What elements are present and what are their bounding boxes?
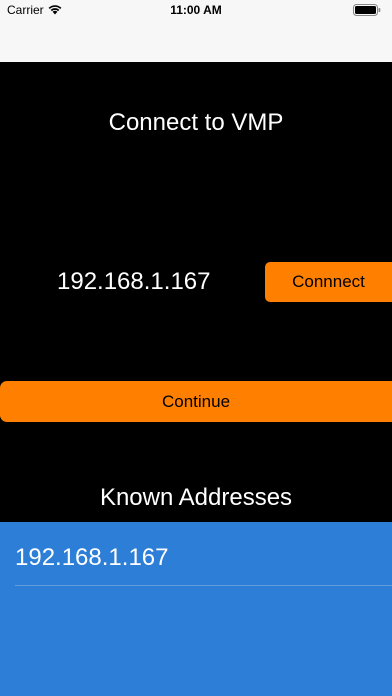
list-item-address: 192.168.1.167 (15, 544, 169, 571)
continue-button[interactable]: Continue (0, 381, 392, 422)
ip-address-value: 192.168.1.167 (57, 268, 211, 295)
app-screen: Carrier 11:00 AM Connect to VMP 192.168.… (0, 0, 392, 696)
status-time: 11:00 AM (170, 3, 222, 17)
page-title: Connect to VMP (108, 109, 284, 136)
list-item[interactable]: 192.168.1.167 (0, 522, 392, 586)
connect-button[interactable]: Connnect (265, 262, 392, 302)
battery-icon (353, 4, 381, 16)
list-separator (15, 585, 392, 586)
known-addresses-heading: Known Addresses (99, 484, 293, 511)
known-addresses-list: 192.168.1.167 (0, 522, 392, 696)
status-bar: Carrier 11:00 AM (0, 0, 392, 62)
